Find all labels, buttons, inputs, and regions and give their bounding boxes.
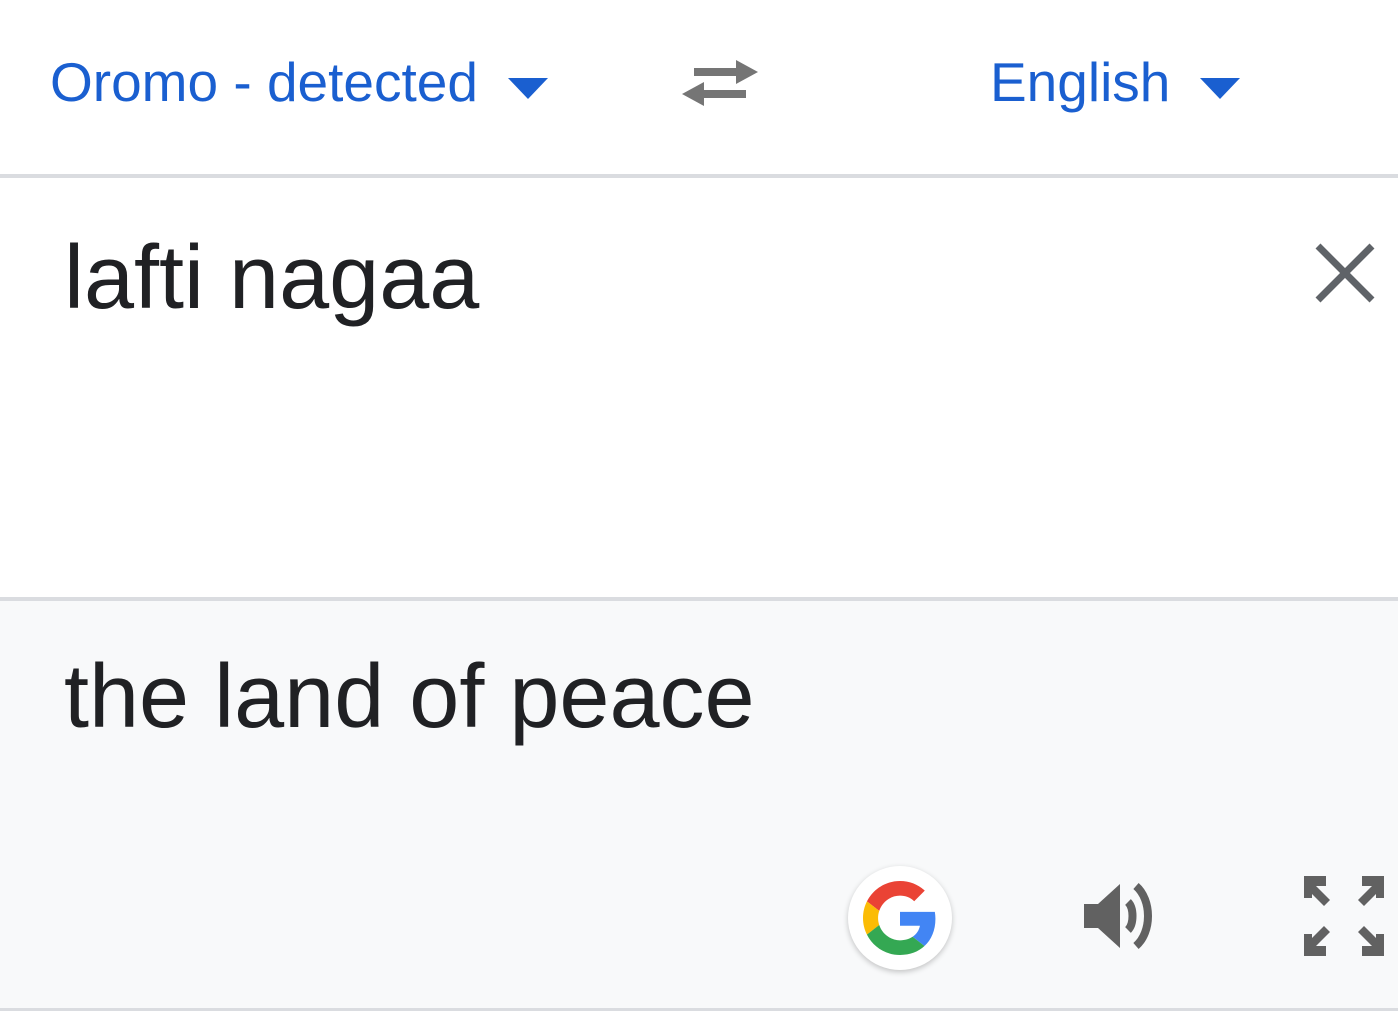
google-g-logo <box>863 881 936 955</box>
target-language-selector[interactable]: English <box>990 42 1241 122</box>
translated-text: the land of peace <box>64 647 755 747</box>
source-text-area[interactable]: lafti nagaa <box>0 178 1398 598</box>
target-language-label: English <box>990 50 1171 113</box>
swap-languages-button[interactable] <box>672 40 768 120</box>
swap-arrows-icon <box>682 60 758 106</box>
fullscreen-button[interactable] <box>1294 866 1394 966</box>
close-icon <box>1315 243 1375 303</box>
chevron-down-icon <box>1200 77 1241 99</box>
translation-result-area: the land of peace <box>0 601 1398 1011</box>
source-language-selector[interactable]: Oromo - detected <box>50 42 548 122</box>
clear-input-button[interactable] <box>1300 228 1390 318</box>
chevron-down-icon <box>507 77 548 99</box>
fullscreen-icon <box>1304 876 1384 956</box>
volume-icon <box>1084 882 1152 950</box>
source-text[interactable]: lafti nagaa <box>64 224 479 332</box>
google-search-button[interactable] <box>848 866 952 970</box>
listen-button[interactable] <box>1070 866 1170 966</box>
language-bar: Oromo - detected English <box>0 0 1398 174</box>
source-language-label: Oromo - detected <box>50 50 478 113</box>
